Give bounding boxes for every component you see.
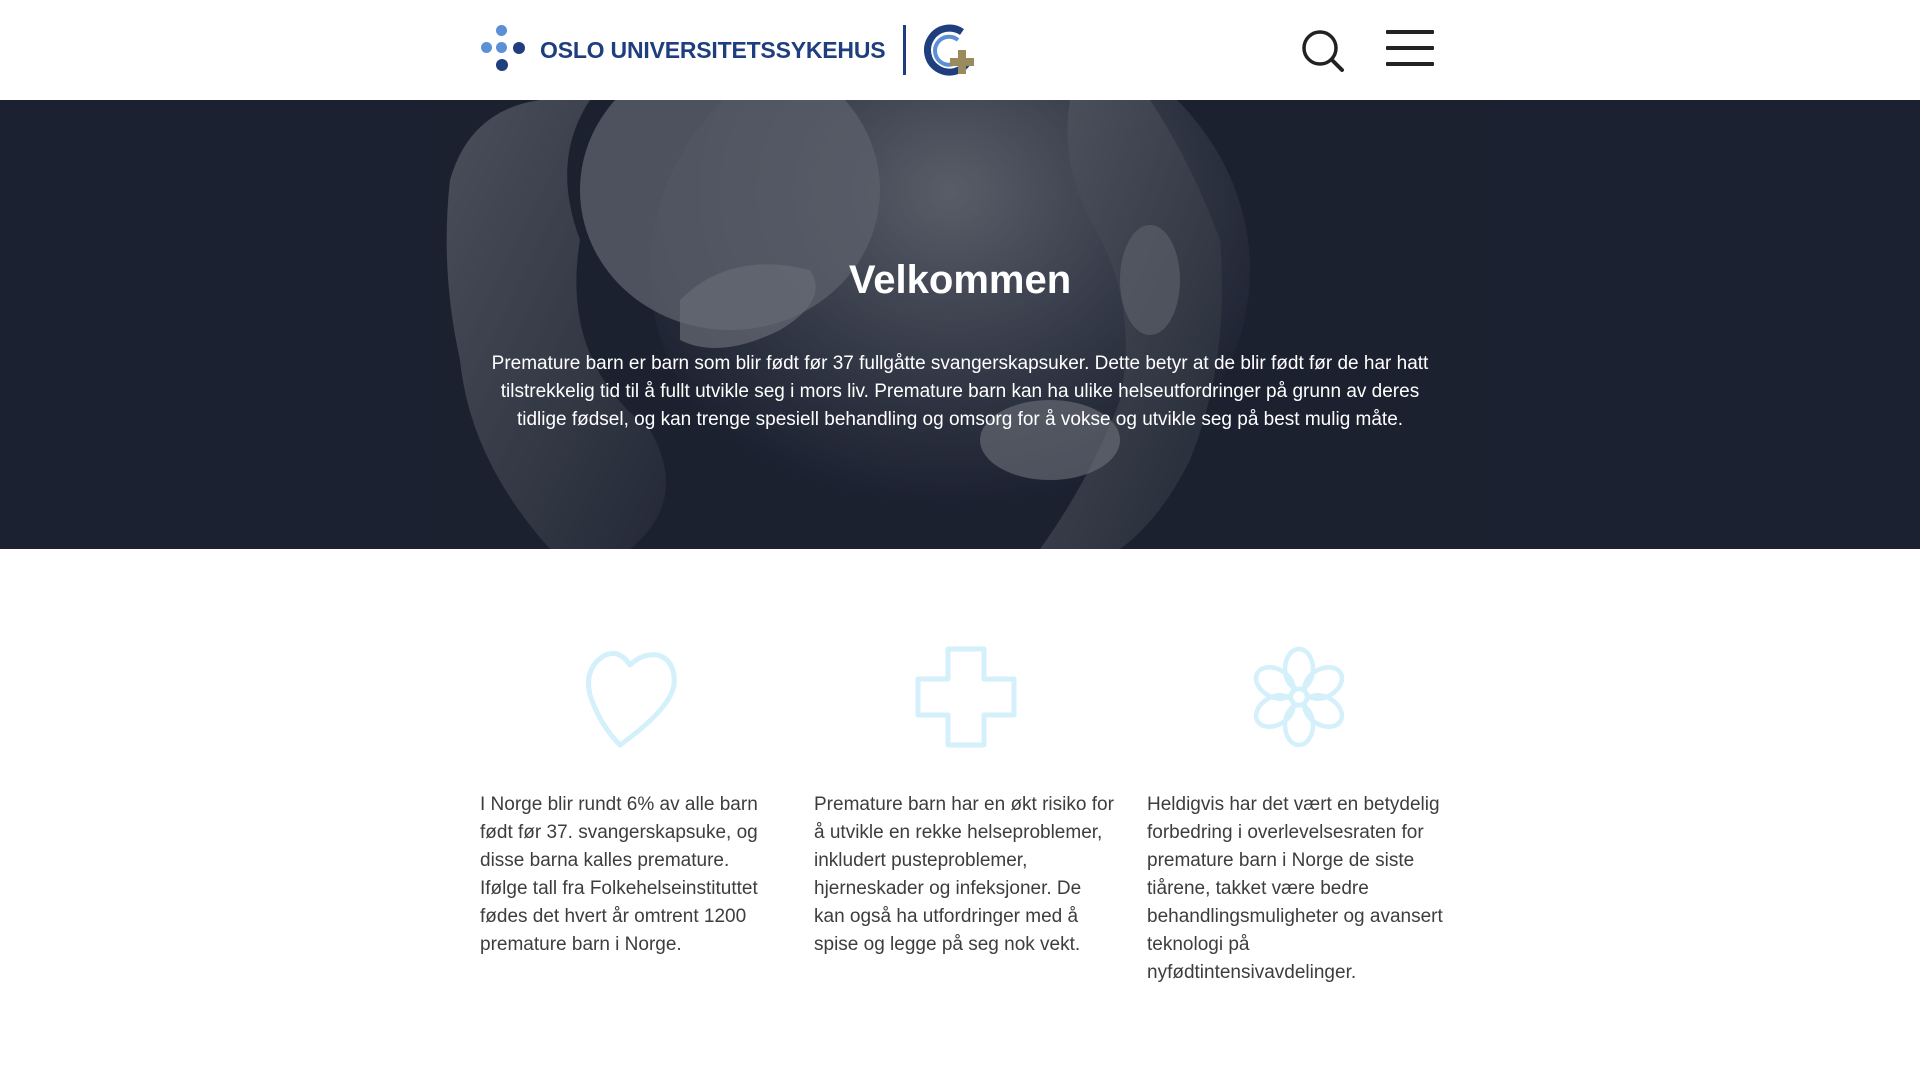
hamburger-menu-icon[interactable] [1386,30,1434,70]
logo-divider [903,25,907,75]
hero-description: Premature barn er barn som blir født før… [491,353,1429,430]
logo-dots-icon [478,22,534,78]
logo-text: OSLO UNIVERSITETSSYKEHUS [540,36,886,63]
site-header: OSLO UNIVERSITETSSYKEHUS [0,0,1920,100]
medical-cross-icon [915,646,1017,748]
hero-background-image [430,100,1490,549]
hospital-mark-icon [924,24,975,76]
hero-banner: Velkommen Premature barn er barn som bli… [0,100,1920,549]
feature-card: I Norge blir rundt 6% av alle barn født … [480,645,780,959]
feature-card: Premature barn har en økt risiko for å u… [814,645,1114,959]
search-icon[interactable] [1300,28,1346,74]
hero-title: Velkommen [848,258,1072,302]
feature-text: I Norge blir rundt 6% av alle barn født … [480,794,758,955]
feature-text: Heldigvis har det vært en betydelig forb… [1147,794,1443,983]
flower-icon [1253,646,1345,748]
heart-icon [586,650,677,748]
feature-text: Premature barn har en økt risiko for å u… [814,794,1114,955]
logo[interactable]: OSLO UNIVERSITETSSYKEHUS [478,22,978,78]
feature-card: Heldigvis har det vært en betydelig forb… [1147,645,1447,987]
feature-section: I Norge blir rundt 6% av alle barn født … [480,645,1443,1005]
